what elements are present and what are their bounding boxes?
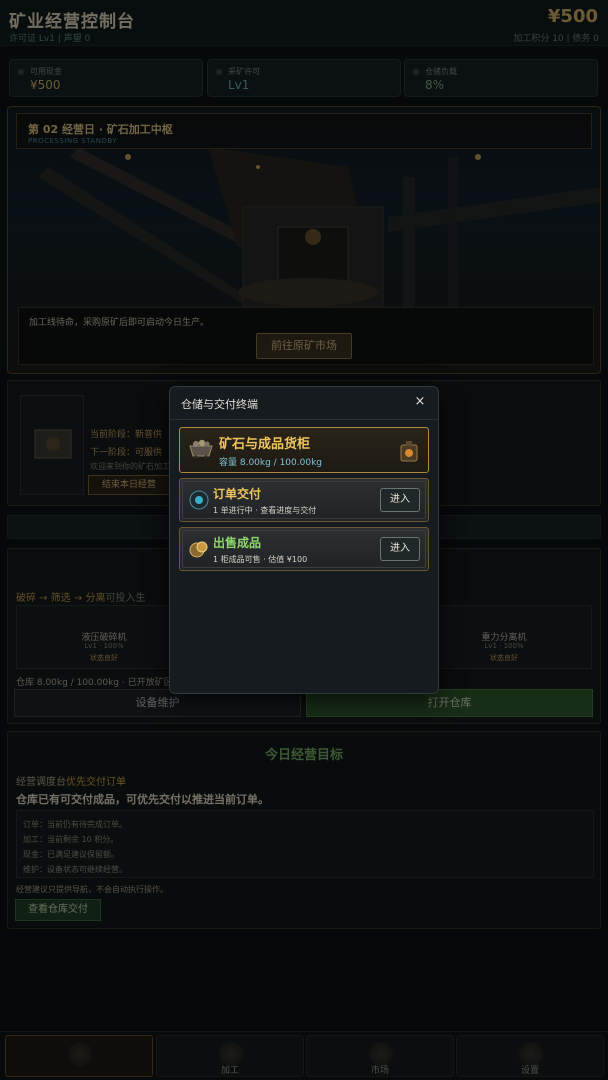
order-icon <box>189 490 209 510</box>
sell-products-desc: 1 柜成品可售 · 估值 ¥100 <box>213 555 308 564</box>
storage-delivery-modal: 仓储与交付终端 × 矿石与成品货柜 容量 8.00kg / 100.00kg 订… <box>169 386 439 694</box>
cabinet-capacity: 容量 8.00kg / 100.00kg <box>219 458 322 468</box>
ore-cart-icon <box>189 439 213 459</box>
ore-product-cabinet: 矿石与成品货柜 容量 8.00kg / 100.00kg <box>179 427 429 473</box>
order-delivery-row[interactable]: 订单交付 1 单进行中 · 查看进度与交付 进入 <box>179 478 429 522</box>
order-delivery-title: 订单交付 <box>213 487 262 501</box>
modal-title: 仓储与交付终端 <box>181 398 258 411</box>
enter-sell-products-button[interactable]: 进入 <box>380 537 420 561</box>
modal-divider <box>170 419 438 420</box>
enter-order-delivery-button[interactable]: 进入 <box>380 488 420 512</box>
gold-icon <box>189 541 208 558</box>
sell-products-row[interactable]: 出售成品 1 柜成品可售 · 估值 ¥100 进入 <box>179 527 429 571</box>
close-icon[interactable]: × <box>412 393 428 411</box>
cabinet-title: 矿石与成品货柜 <box>219 437 311 452</box>
order-delivery-desc: 1 单进行中 · 查看进度与交付 <box>213 506 317 515</box>
sell-products-title: 出售成品 <box>213 536 262 550</box>
furnace-icon <box>400 441 418 462</box>
